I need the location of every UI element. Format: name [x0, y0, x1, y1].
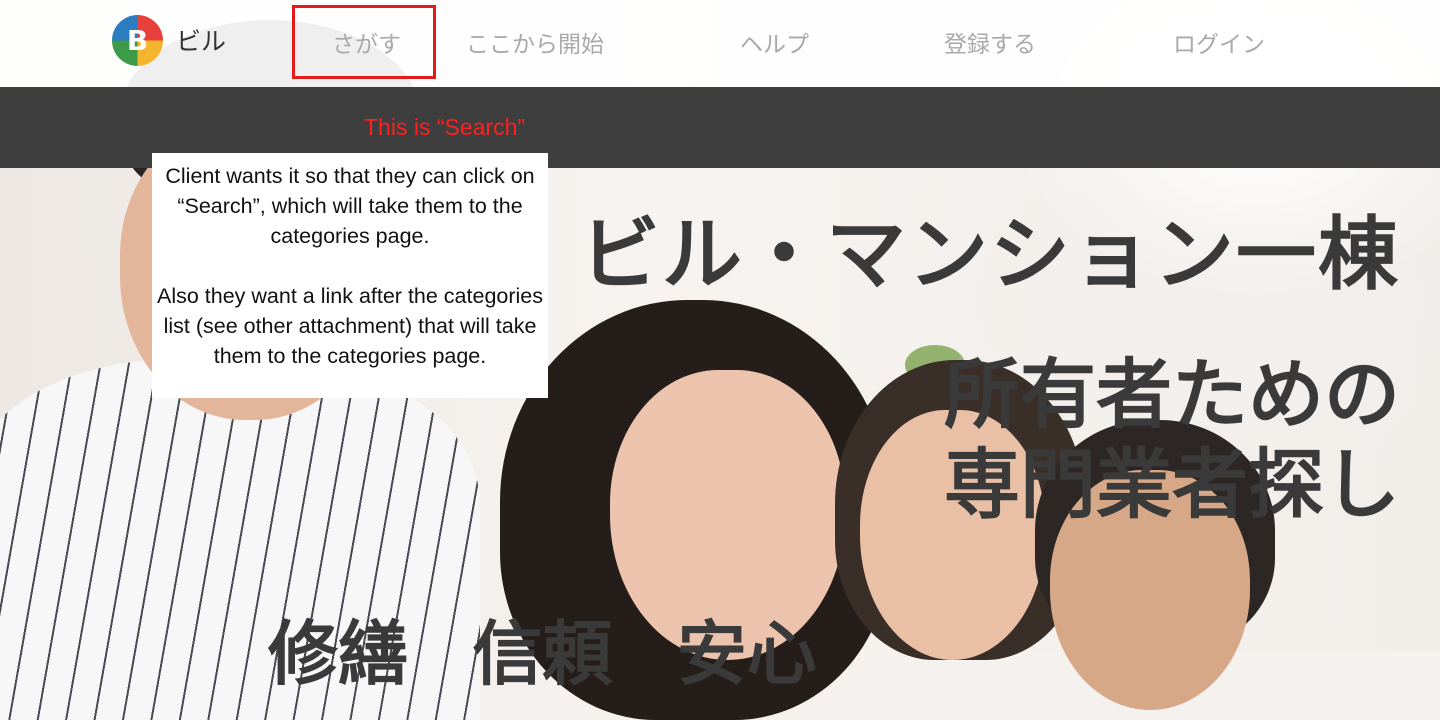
nav-search-link[interactable]: さがす [332, 25, 401, 59]
search-annotation-label: This is “Search” [364, 114, 526, 140]
hero-keywords: 修繕 信頼 安心 [268, 613, 817, 695]
comment-paragraph-2: Also they want a link after the categori… [156, 284, 543, 368]
hero-subtitle: 所有者ための 専門業者探し [910, 350, 1400, 530]
brand-logo-icon[interactable]: B [112, 15, 163, 66]
client-comment-box: Client wants it so that they can click o… [152, 153, 548, 398]
hero-title: ビル・マンション一棟 [580, 208, 1400, 301]
nav-get-started-link[interactable]: ここから開始 [466, 25, 604, 59]
nav-help-link[interactable]: ヘルプ [740, 25, 809, 59]
hero-subtitle-line-2: 専門業者探し [944, 440, 1400, 529]
site-header: B ビル さがす ここから開始 ヘルプ 登録する ログイン [0, 0, 1440, 87]
logo-letter: B [126, 24, 149, 57]
comment-paragraph-1: Client wants it so that they can click o… [165, 164, 535, 248]
nav-login-link[interactable]: ログイン [1173, 25, 1265, 59]
nav-signup-link[interactable]: 登録する [944, 25, 1036, 59]
brand-name[interactable]: ビル [176, 22, 226, 58]
hero-subtitle-line-1: 所有者ための [944, 350, 1400, 439]
